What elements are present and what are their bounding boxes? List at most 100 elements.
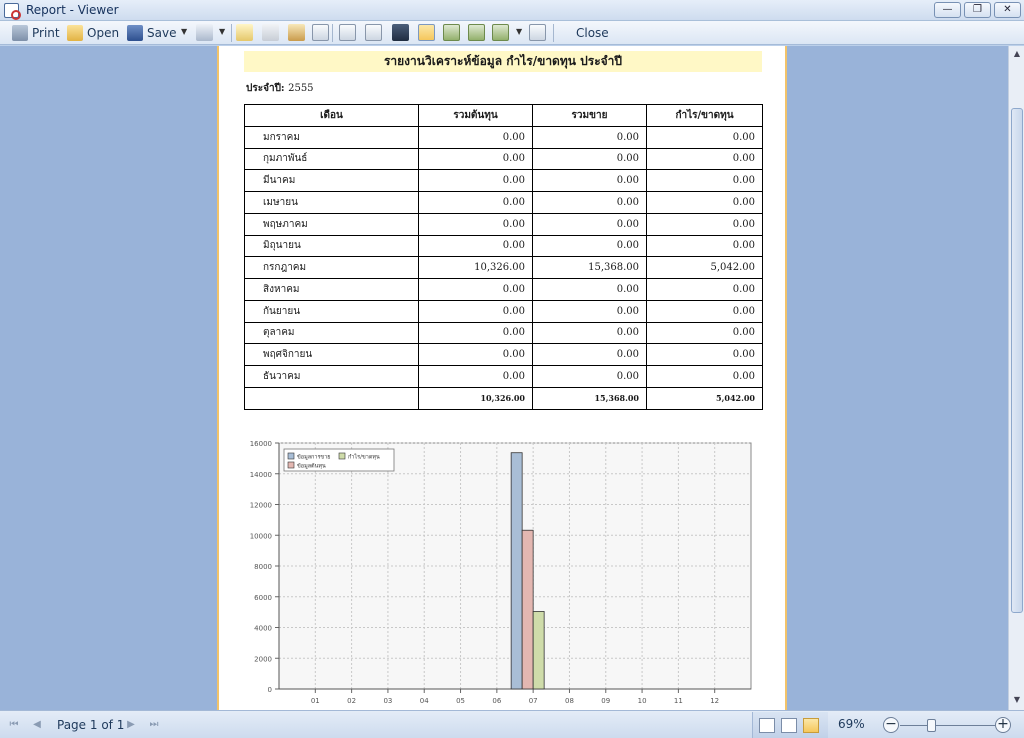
- cost-cell: 0.00: [418, 343, 533, 366]
- total-profit: 5,042.00: [646, 386, 763, 410]
- save-dropdown-arrow[interactable]: ▼: [181, 27, 187, 36]
- chart-xtick-label: 02: [347, 697, 356, 705]
- table-row: สิงหาคม 0.00 0.00 0.00: [244, 278, 763, 301]
- parameters-icon[interactable]: [365, 24, 382, 41]
- next-page-icon[interactable]: ▶: [124, 718, 138, 732]
- chart-legend-swatch: [287, 452, 295, 460]
- single-page-view-icon[interactable]: [418, 24, 435, 41]
- multi-page-dropdown-arrow[interactable]: ▼: [516, 27, 522, 36]
- cost-cell: 0.00: [418, 191, 533, 214]
- cost-cell: 0.00: [418, 125, 533, 149]
- chart-xtick-label: 01: [311, 697, 320, 705]
- vertical-scrollbar[interactable]: ▲ ▼: [1008, 46, 1024, 710]
- view-mode-group: [752, 712, 828, 738]
- zoom-slider-track[interactable]: [900, 725, 995, 726]
- close-report-button[interactable]: Close: [576, 23, 609, 43]
- zoom-out-icon[interactable]: −: [883, 717, 899, 733]
- title-bar: Report - Viewer — ❐ ✕: [0, 0, 1024, 21]
- profit-cell: 0.00: [646, 212, 763, 236]
- two-page-view-icon[interactable]: [468, 24, 485, 41]
- scrollbar-thumb[interactable]: [1011, 108, 1023, 613]
- cost-cell: 0.00: [418, 278, 533, 301]
- table-row: ตุลาคม 0.00 0.00 0.00: [244, 321, 763, 345]
- chart-legend-swatch: [287, 461, 295, 469]
- profit-cell: 0.00: [646, 125, 763, 149]
- minimize-button[interactable]: —: [934, 2, 961, 18]
- report-viewer-icon: [4, 3, 21, 20]
- chart-xtick-label: 11: [674, 697, 683, 705]
- cost-cell: 0.00: [418, 365, 533, 388]
- page-setup-icon[interactable]: [312, 24, 329, 41]
- profit-cell: 0.00: [646, 169, 763, 192]
- chart-xtick-label: 12: [710, 697, 719, 705]
- month-cell: ธันวาคม: [244, 365, 419, 388]
- cost-cell: 0.00: [418, 234, 533, 258]
- scroll-down-arrow-icon[interactable]: ▼: [1010, 692, 1024, 708]
- table-row: มกราคม 0.00 0.00 0.00: [244, 125, 763, 149]
- page-indicator: Page 1 of 1: [57, 718, 125, 732]
- table-row: กุมภาพันธ์ 0.00 0.00 0.00: [244, 147, 763, 171]
- month-cell: พฤษภาคม: [244, 212, 419, 236]
- zoom-level: 69%: [838, 717, 865, 731]
- cost-cell: 0.00: [418, 169, 533, 192]
- save-button[interactable]: Save: [127, 23, 176, 43]
- find-binoculars-icon[interactable]: [392, 24, 409, 41]
- profit-cell: 0.00: [646, 299, 763, 323]
- report-page: รายงานวิเคราะห์ข้อมูล กำไร/ขาดทุน ประจำป…: [217, 46, 787, 710]
- table-row: มิถุนายน 0.00 0.00 0.00: [244, 234, 763, 258]
- toolbar: Print Open Save ▼ ▼ ▼ Close: [0, 21, 1024, 45]
- chart-legend: ข้อมูลการขาย กำไร/ขาดทุนข้อมูลต้นทุน: [283, 448, 395, 472]
- month-cell: สิงหาคม: [244, 278, 419, 301]
- scroll-up-arrow-icon[interactable]: ▲: [1010, 46, 1024, 62]
- profit-cell: 0.00: [646, 365, 763, 388]
- table-row: พฤษภาคม 0.00 0.00 0.00: [244, 212, 763, 236]
- table-row: ธันวาคม 0.00 0.00 0.00: [244, 365, 763, 388]
- export-icon[interactable]: [196, 24, 213, 41]
- cost-cell: 0.00: [418, 299, 533, 323]
- first-page-icon[interactable]: ⏮: [7, 718, 21, 732]
- export-dropdown-arrow[interactable]: ▼: [219, 27, 225, 36]
- zoom-slider-thumb[interactable]: [927, 719, 936, 732]
- zoom-in-icon[interactable]: +: [995, 717, 1011, 733]
- close-window-button[interactable]: ✕: [994, 2, 1021, 18]
- sales-cell: 0.00: [532, 234, 647, 258]
- print-button[interactable]: Print: [12, 23, 60, 43]
- chart-legend-label: ข้อมูลต้นทุน: [297, 463, 326, 470]
- single-page-mode-icon[interactable]: [759, 718, 775, 733]
- profit-cell: 0.00: [646, 191, 763, 214]
- table-row: กันยายน 0.00 0.00 0.00: [244, 299, 763, 323]
- maximize-button[interactable]: ❐: [964, 2, 991, 18]
- facing-pages-mode-icon[interactable]: [803, 718, 819, 733]
- previous-page-icon[interactable]: ◀: [30, 718, 44, 732]
- open-button[interactable]: Open: [67, 23, 119, 43]
- table-header-row: เดือน รวมต้นทุน รวมขาย กำไร/ขาดทุน: [244, 104, 763, 127]
- report-viewer-area[interactable]: รายงานวิเคราะห์ข้อมูล กำไร/ขาดทุน ประจำป…: [0, 46, 1008, 710]
- chart-legend-label: ข้อมูลการขาย: [297, 454, 331, 461]
- profit-cell: 0.00: [646, 234, 763, 258]
- total-cost: 10,326.00: [418, 386, 533, 410]
- chart-xtick-label: 10: [638, 697, 647, 705]
- chart-bar: [521, 529, 534, 690]
- profit-cell: 5,042.00: [646, 256, 763, 279]
- floppy-disk-icon: [127, 25, 143, 41]
- year-label: ประจำปี:: [246, 83, 285, 94]
- column-header-sales: รวมขาย: [532, 104, 647, 127]
- month-cell: มิถุนายน: [244, 234, 419, 258]
- table-row: เมษายน 0.00 0.00 0.00: [244, 191, 763, 214]
- chart-ytick-label: 16000: [250, 440, 272, 448]
- cost-cell: 0.00: [418, 212, 533, 236]
- month-cell: มกราคม: [244, 125, 419, 149]
- copy-document-icon[interactable]: [262, 24, 279, 41]
- multi-page-view-icon[interactable]: [492, 24, 509, 41]
- total-sales: 15,368.00: [532, 386, 647, 410]
- full-screen-icon[interactable]: [529, 24, 546, 41]
- edit-pencil-icon[interactable]: [288, 24, 305, 41]
- table-row: พฤศจิกายน 0.00 0.00 0.00: [244, 343, 763, 366]
- table-of-contents-icon[interactable]: [339, 24, 356, 41]
- continuous-mode-icon[interactable]: [781, 718, 797, 733]
- month-cell: ตุลาคม: [244, 321, 419, 345]
- last-page-icon[interactable]: ⏭: [147, 718, 161, 732]
- sales-cell: 0.00: [532, 278, 647, 301]
- page-width-view-icon[interactable]: [443, 24, 460, 41]
- new-document-icon[interactable]: [236, 24, 253, 41]
